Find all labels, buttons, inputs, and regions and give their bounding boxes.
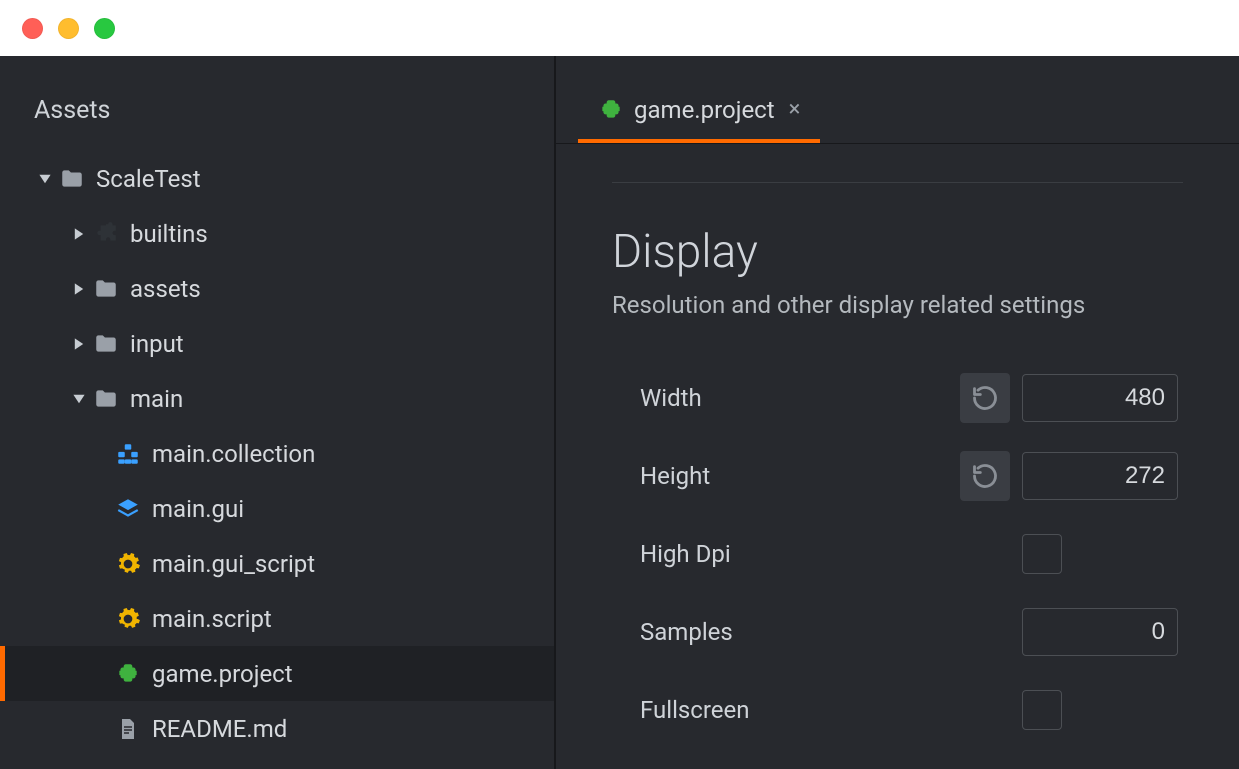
project-icon bbox=[112, 661, 144, 687]
height-input[interactable] bbox=[1022, 452, 1178, 500]
field-row-samples: Samples bbox=[612, 593, 1183, 671]
disclosure-triangle-icon[interactable] bbox=[68, 337, 90, 351]
fullscreen-checkbox[interactable] bbox=[1022, 690, 1062, 730]
divider bbox=[612, 182, 1183, 183]
field-label-height: Height bbox=[640, 462, 960, 490]
samples-input[interactable] bbox=[1022, 608, 1178, 656]
tab-close-icon[interactable]: × bbox=[785, 99, 801, 121]
settings-content: Display Resolution and other display rel… bbox=[556, 144, 1239, 749]
tree-item-label: main bbox=[130, 385, 183, 413]
disclosure-triangle-icon[interactable] bbox=[68, 282, 90, 296]
tab-game-project[interactable]: game.project × bbox=[578, 81, 820, 143]
folder-icon bbox=[56, 166, 88, 192]
tree-item-scaletest[interactable]: ScaleTest bbox=[0, 151, 554, 206]
tree-item-main-collection[interactable]: main.collection bbox=[0, 426, 554, 481]
puzzle-icon bbox=[90, 221, 122, 247]
tree-item-label: assets bbox=[130, 275, 201, 303]
collection-icon bbox=[112, 441, 144, 467]
folder-icon bbox=[90, 386, 122, 412]
window-titlebar bbox=[0, 0, 1239, 56]
gear-icon bbox=[112, 606, 144, 632]
tree-item-builtins[interactable]: builtins bbox=[0, 206, 554, 261]
tree-item-main[interactable]: main bbox=[0, 371, 554, 426]
reset-button-height[interactable] bbox=[960, 451, 1010, 501]
disclosure-triangle-icon[interactable] bbox=[34, 172, 56, 186]
field-row-height: Height bbox=[612, 437, 1183, 515]
tree-item-label: main.gui_script bbox=[152, 550, 315, 578]
disclosure-triangle-icon[interactable] bbox=[68, 227, 90, 241]
tree-item-main-gui-script[interactable]: main.gui_script bbox=[0, 536, 554, 591]
tree-item-label: main.gui bbox=[152, 495, 244, 523]
width-input[interactable] bbox=[1022, 374, 1178, 422]
tree-item-label: main.collection bbox=[152, 440, 315, 468]
reset-button-width[interactable] bbox=[960, 373, 1010, 423]
tree-item-game-project[interactable]: game.project bbox=[0, 646, 554, 701]
project-icon bbox=[598, 97, 624, 123]
folder-icon bbox=[90, 276, 122, 302]
gui-icon bbox=[112, 496, 144, 522]
tree-item-label: README.md bbox=[152, 715, 287, 743]
gear-icon bbox=[112, 551, 144, 577]
field-label-samples: Samples bbox=[640, 618, 960, 646]
editor-main: game.project × Display Resolution and oth… bbox=[556, 56, 1239, 769]
window-zoom-button[interactable] bbox=[94, 18, 115, 39]
field-label-fullscreen: Fullscreen bbox=[640, 696, 960, 724]
assets-panel-title: Assets bbox=[0, 56, 554, 151]
field-row-fullscreen: Fullscreen bbox=[612, 671, 1183, 749]
assets-tree: ScaleTest builtins assets input main main.col… bbox=[0, 151, 554, 756]
tree-item-label: input bbox=[130, 330, 184, 358]
assets-sidebar: Assets ScaleTest builtins assets input main m… bbox=[0, 56, 556, 769]
tree-item-main-script[interactable]: main.script bbox=[0, 591, 554, 646]
undo-icon bbox=[971, 384, 999, 412]
field-label-high-dpi: High Dpi bbox=[640, 540, 960, 568]
field-row-high-dpi: High Dpi bbox=[612, 515, 1183, 593]
settings-section-title: Display bbox=[612, 225, 1183, 279]
tree-item-label: builtins bbox=[130, 220, 208, 248]
field-row-width: Width bbox=[612, 359, 1183, 437]
tab-label: game.project bbox=[634, 96, 775, 124]
folder-icon bbox=[90, 331, 122, 357]
editor-tabs: game.project × bbox=[556, 56, 1239, 144]
window-close-button[interactable] bbox=[22, 18, 43, 39]
tree-item-label: game.project bbox=[152, 660, 293, 688]
disclosure-triangle-icon[interactable] bbox=[68, 392, 90, 406]
settings-section-subtitle: Resolution and other display related set… bbox=[612, 291, 1183, 319]
field-label-width: Width bbox=[640, 384, 960, 412]
tree-item-main-gui[interactable]: main.gui bbox=[0, 481, 554, 536]
tree-item-assets[interactable]: assets bbox=[0, 261, 554, 316]
tree-item-input[interactable]: input bbox=[0, 316, 554, 371]
high-dpi-checkbox[interactable] bbox=[1022, 534, 1062, 574]
tree-item-label: ScaleTest bbox=[96, 165, 201, 193]
tree-item-readme-md[interactable]: README.md bbox=[0, 701, 554, 756]
tree-item-label: main.script bbox=[152, 605, 272, 633]
undo-icon bbox=[971, 462, 999, 490]
window-minimize-button[interactable] bbox=[58, 18, 79, 39]
file-icon bbox=[112, 717, 144, 741]
